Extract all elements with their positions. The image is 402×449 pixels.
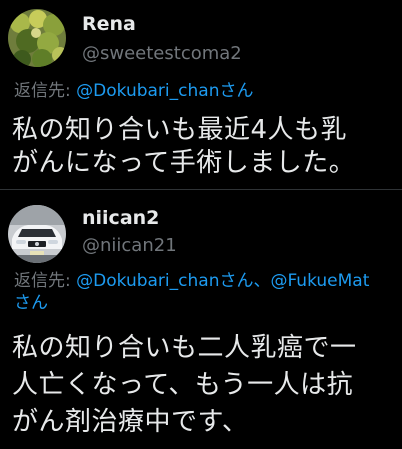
user-avatar[interactable]	[8, 9, 66, 67]
user-handle[interactable]: @niican21	[82, 235, 177, 256]
car-avatar-icon	[8, 205, 66, 263]
tweet-text: 私の知り合いも二人乳癌で一 人亡くなって、もう一人は抗 がん剤治療中です、	[12, 333, 357, 437]
user-handle[interactable]: @sweetestcoma2	[82, 43, 242, 64]
tweet[interactable]: niican2 @niican21 返信先: @Dokubari_chanさん、…	[0, 190, 402, 449]
reply-prefix: 返信先:	[14, 81, 77, 101]
reply-to-line: 返信先: @Dokubari_chanさん	[14, 80, 394, 102]
tweet-text: 私の知り合いも最近4人も乳 がんになって手術しました。	[12, 115, 356, 178]
display-name[interactable]: Rena	[82, 13, 136, 35]
tweet[interactable]: Rena @sweetestcoma2 返信先: @Dokubari_chanさ…	[0, 0, 402, 190]
reply-mention-suffix[interactable]: さん	[14, 293, 48, 313]
reply-mention-link[interactable]: @Dokubari_chanさん	[76, 81, 253, 101]
leaves-avatar-icon	[8, 9, 66, 67]
user-avatar[interactable]	[8, 205, 66, 263]
display-name[interactable]: niican2	[82, 207, 159, 229]
reply-prefix: 返信先:	[14, 271, 77, 291]
reply-mention-link[interactable]: @Dokubari_chanさん、@FukueMat	[76, 271, 369, 291]
reply-to-line: 返信先: @Dokubari_chanさん、@FukueMat さん	[14, 270, 394, 314]
